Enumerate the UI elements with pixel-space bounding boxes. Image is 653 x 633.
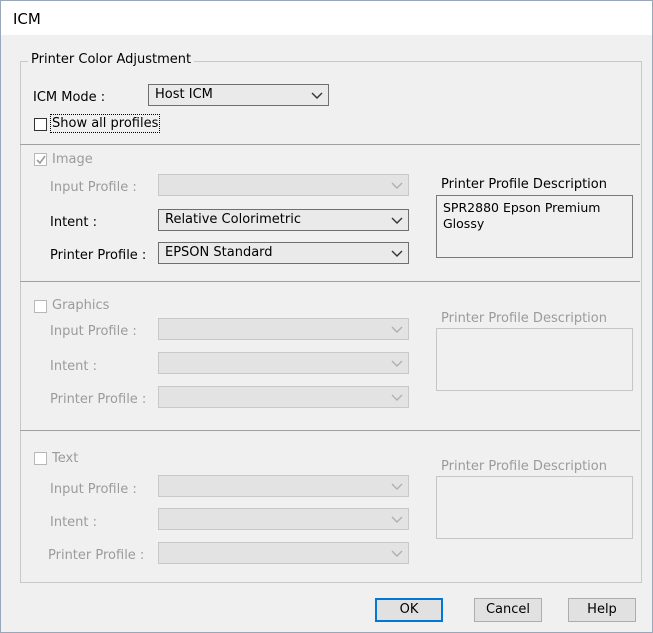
group-legend: Printer Color Adjustment bbox=[28, 52, 195, 67]
separator-2 bbox=[20, 281, 640, 282]
graphics-printer-profile-label: Printer Profile : bbox=[50, 392, 147, 407]
text-printer-profile-select[interactable] bbox=[158, 542, 409, 564]
graphics-intent-label: Intent : bbox=[50, 359, 98, 374]
graphics-label: Graphics bbox=[52, 298, 110, 313]
text-label: Text bbox=[52, 451, 79, 466]
text-input-profile-select[interactable] bbox=[158, 475, 409, 497]
chevron-down-icon bbox=[391, 215, 403, 225]
chevron-down-icon bbox=[391, 248, 403, 258]
title-bar: ICM bbox=[1, 1, 652, 35]
icm-mode-select[interactable]: Host ICM bbox=[148, 84, 329, 106]
image-description-box: SPR2880 Epson Premium Glossy bbox=[436, 195, 633, 258]
graphics-printer-profile-select[interactable] bbox=[158, 386, 409, 408]
chevron-down-icon bbox=[311, 90, 323, 100]
ok-button[interactable]: OK bbox=[375, 598, 443, 622]
image-description-label: Printer Profile Description bbox=[441, 177, 607, 192]
graphics-input-profile-select[interactable] bbox=[158, 318, 409, 340]
image-label: Image bbox=[52, 152, 93, 167]
image-printer-profile-label: Printer Profile : bbox=[50, 248, 147, 263]
image-intent-select[interactable]: Relative Colorimetric bbox=[158, 209, 409, 231]
chevron-down-icon bbox=[391, 548, 403, 558]
graphics-description-box bbox=[436, 328, 633, 391]
text-description-label: Printer Profile Description bbox=[441, 459, 607, 474]
cancel-button[interactable]: Cancel bbox=[474, 598, 542, 622]
text-printer-profile-label: Printer Profile : bbox=[48, 548, 145, 563]
text-input-profile-label: Input Profile : bbox=[50, 482, 137, 497]
chevron-down-icon bbox=[391, 392, 403, 402]
help-button[interactable]: Help bbox=[568, 598, 636, 622]
image-checkbox[interactable] bbox=[34, 153, 47, 166]
chevron-down-icon bbox=[391, 324, 403, 334]
image-input-profile-select[interactable] bbox=[158, 174, 409, 196]
image-intent-value: Relative Colorimetric bbox=[165, 212, 301, 227]
image-printer-profile-value: EPSON Standard bbox=[165, 245, 273, 260]
text-intent-label: Intent : bbox=[50, 515, 98, 530]
image-printer-profile-select[interactable]: EPSON Standard bbox=[158, 242, 409, 264]
chevron-down-icon bbox=[391, 481, 403, 491]
graphics-description-label: Printer Profile Description bbox=[441, 311, 607, 326]
graphics-input-profile-label: Input Profile : bbox=[50, 324, 137, 339]
icm-mode-label: ICM Mode : bbox=[33, 90, 106, 105]
checkmark-icon bbox=[36, 155, 46, 165]
show-all-profiles-label[interactable]: Show all profiles bbox=[49, 114, 161, 133]
icm-mode-value: Host ICM bbox=[155, 87, 213, 102]
window-title: ICM bbox=[13, 10, 41, 28]
chevron-down-icon bbox=[391, 514, 403, 524]
chevron-down-icon bbox=[391, 358, 403, 368]
image-intent-label: Intent : bbox=[50, 215, 98, 230]
graphics-intent-select[interactable] bbox=[158, 352, 409, 374]
text-checkbox[interactable] bbox=[34, 452, 47, 465]
chevron-down-icon bbox=[391, 180, 403, 190]
show-all-profiles-checkbox[interactable] bbox=[34, 118, 47, 131]
text-intent-select[interactable] bbox=[158, 508, 409, 530]
separator-1 bbox=[20, 144, 640, 145]
image-description-text: SPR2880 Epson Premium Glossy bbox=[443, 200, 601, 231]
image-input-profile-label: Input Profile : bbox=[50, 180, 137, 195]
separator-3 bbox=[20, 430, 640, 431]
graphics-checkbox[interactable] bbox=[34, 300, 47, 313]
text-description-box bbox=[436, 476, 633, 539]
